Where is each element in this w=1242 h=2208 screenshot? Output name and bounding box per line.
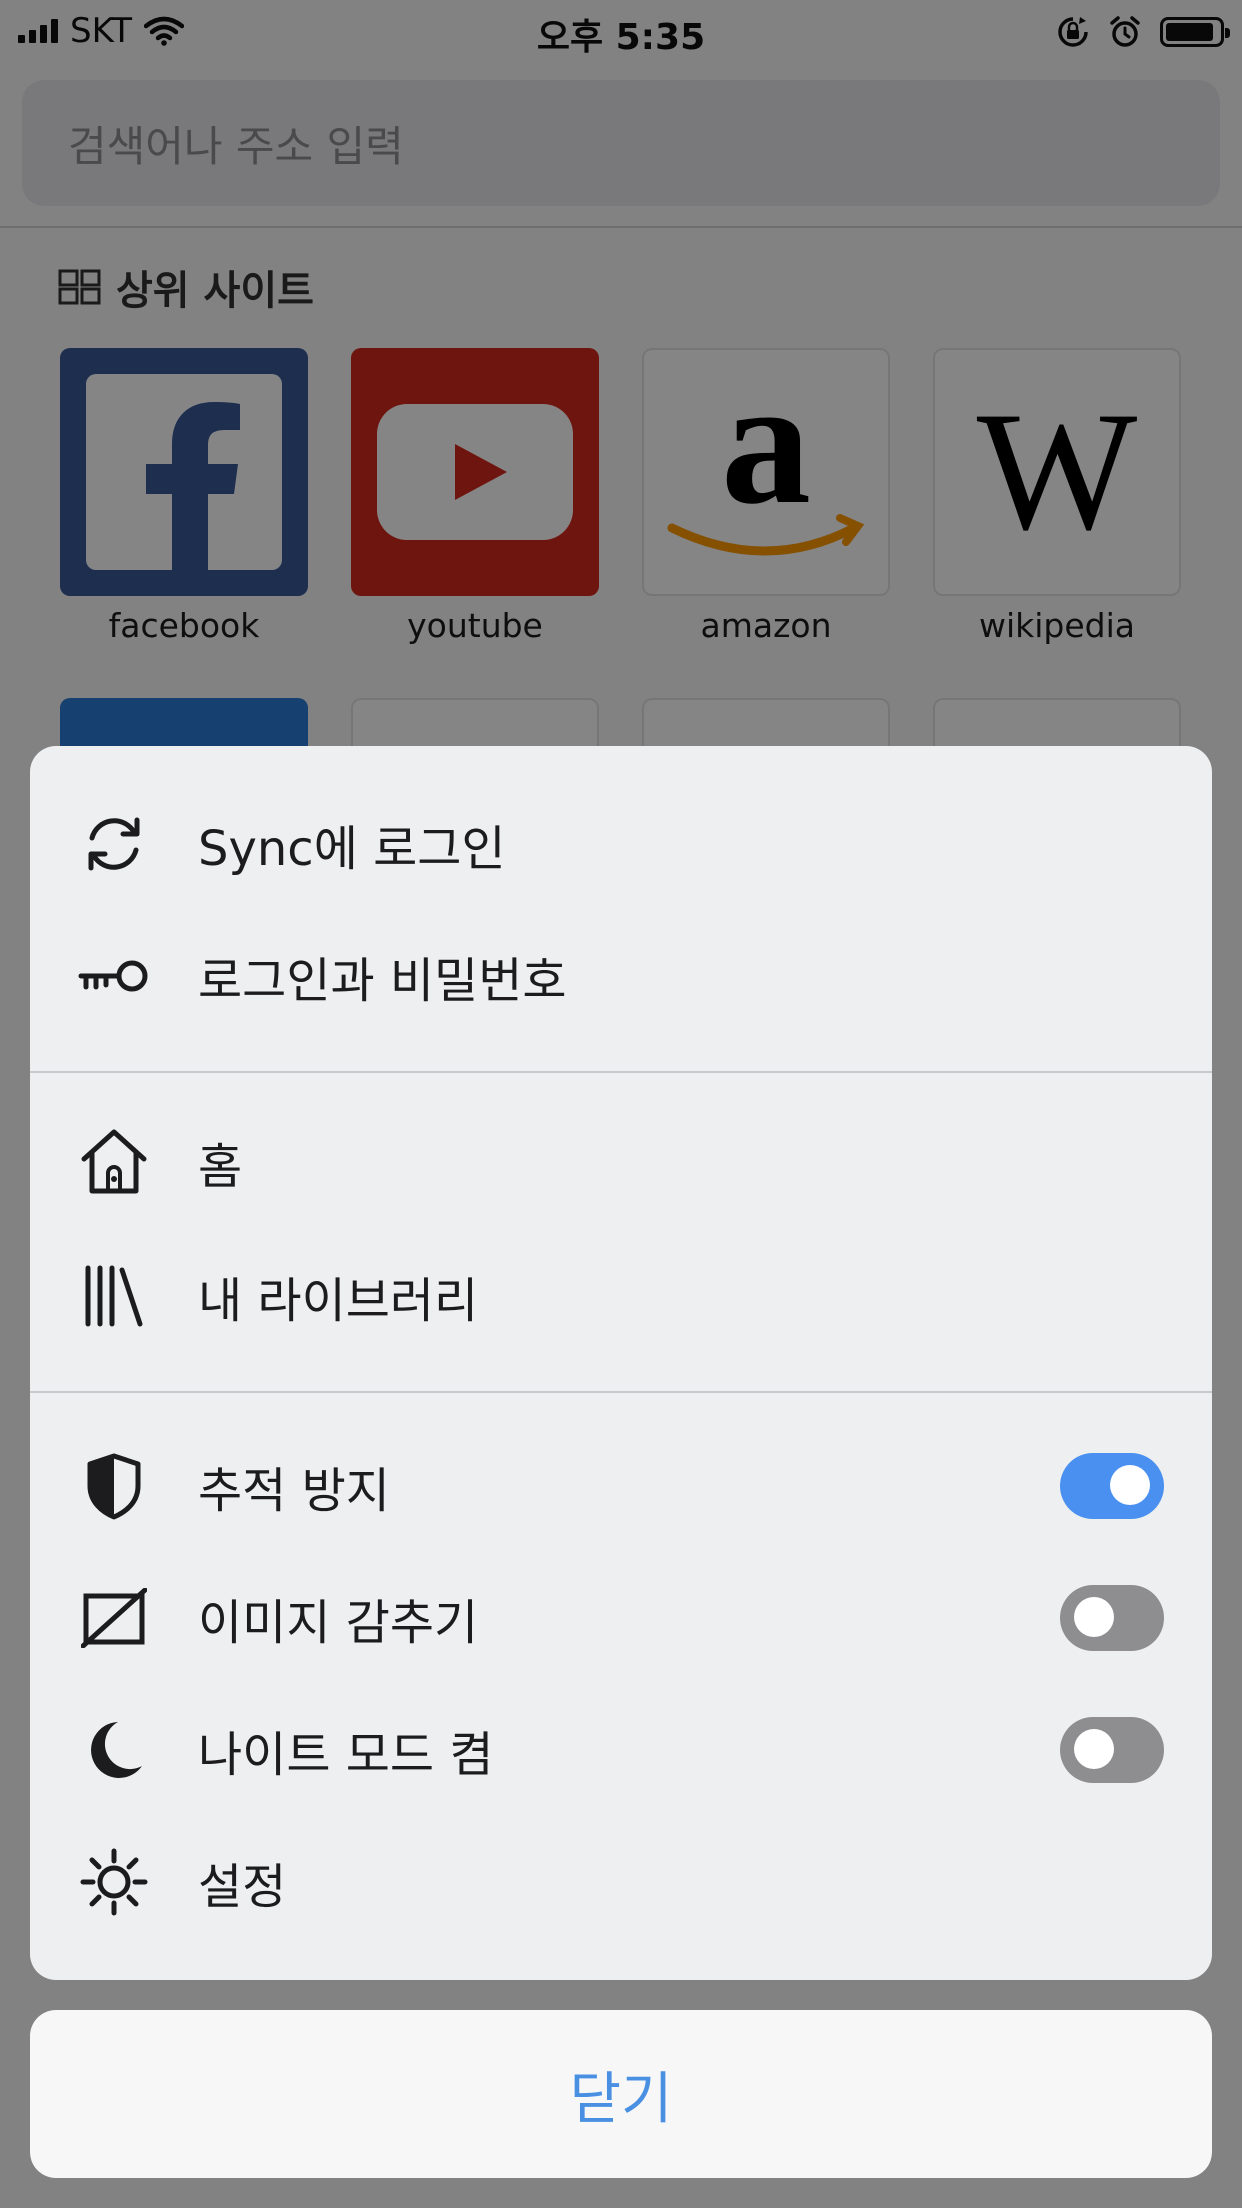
menu-sheet: Sync에 로그인 로그인과 비밀번호 홈 내 라이브러리 추적 방지 이미지 … — [30, 746, 1212, 1980]
menu-item-hide-images[interactable]: 이미지 감추기 — [30, 1558, 1212, 1678]
menu-item-my-library[interactable]: 내 라이브러리 — [30, 1236, 1212, 1356]
night-mode-toggle[interactable] — [1060, 1717, 1164, 1783]
library-icon — [78, 1260, 150, 1332]
menu-item-label: 추적 방지 — [198, 1463, 390, 1519]
menu-item-settings[interactable]: 설정 — [30, 1822, 1212, 1942]
menu-item-label: Sync에 로그인 — [198, 821, 506, 877]
hide-image-icon — [78, 1582, 150, 1654]
key-icon — [78, 940, 150, 1012]
menu-item-label: 나이트 모드 켬 — [198, 1727, 494, 1783]
menu-item-label: 이미지 감추기 — [198, 1595, 479, 1651]
section-divider — [30, 1391, 1212, 1393]
menu-item-night-mode[interactable]: 나이트 모드 켬 — [30, 1690, 1212, 1810]
menu-item-home[interactable]: 홈 — [30, 1102, 1212, 1222]
menu-item-label: 로그인과 비밀번호 — [198, 953, 567, 1009]
section-divider — [30, 1071, 1212, 1073]
menu-item-label: 내 라이브러리 — [198, 1273, 479, 1329]
toggle-knob — [1110, 1465, 1150, 1505]
menu-item-logins-passwords[interactable]: 로그인과 비밀번호 — [30, 916, 1212, 1036]
toggle-knob — [1074, 1729, 1114, 1769]
menu-item-label: 홈 — [198, 1139, 243, 1195]
menu-item-label: 설정 — [198, 1859, 287, 1915]
sync-icon — [78, 808, 150, 880]
home-icon — [78, 1126, 150, 1198]
shield-icon — [78, 1450, 150, 1522]
moon-icon — [78, 1714, 150, 1786]
toggle-knob — [1074, 1597, 1114, 1637]
settings-sun-icon — [78, 1846, 150, 1918]
tracking-protection-toggle[interactable] — [1060, 1453, 1164, 1519]
menu-item-sync-login[interactable]: Sync에 로그인 — [30, 784, 1212, 904]
close-button[interactable]: 닫기 — [30, 2010, 1212, 2178]
hide-images-toggle[interactable] — [1060, 1585, 1164, 1651]
menu-item-tracking-protection[interactable]: 추적 방지 — [30, 1426, 1212, 1546]
